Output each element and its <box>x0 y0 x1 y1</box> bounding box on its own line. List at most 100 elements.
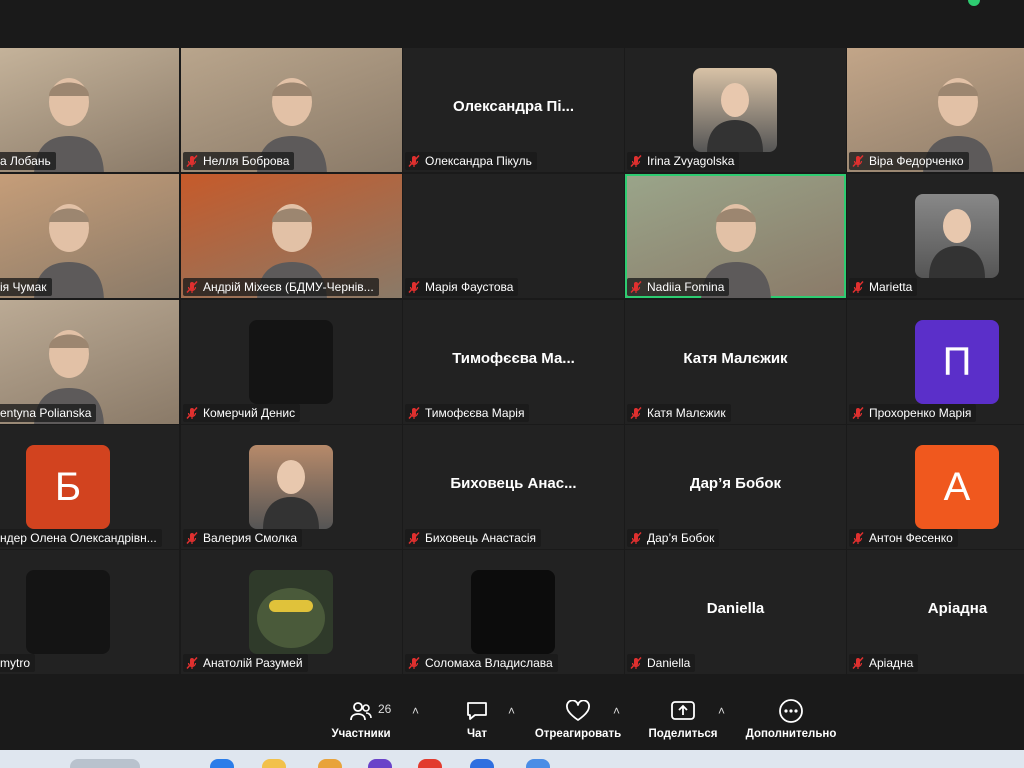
participant-nametag: ія Чумак <box>0 278 52 296</box>
participant-tile[interactable]: Nadiia Fomina <box>625 174 846 298</box>
participant-tile[interactable]: Комерчий Денис <box>181 300 402 424</box>
taskbar-app-icon[interactable] <box>210 759 234 768</box>
participant-tile[interactable]: А Антон Фесенко <box>847 425 1024 549</box>
participant-name: ндер Олена Олександрівн... <box>0 531 157 545</box>
participant-nametag: Нелля Боброва <box>183 152 295 170</box>
participant-name: Віра Федорченко <box>869 154 964 168</box>
chat-caret-icon[interactable]: ˄ <box>508 704 515 718</box>
participant-name: Андрій Міхеєв (БДМУ-Чернів... <box>203 280 374 294</box>
os-taskbar <box>0 750 1024 768</box>
participant-initial-avatar: А <box>915 445 999 529</box>
participant-nametag: entyna Polianska <box>0 404 97 422</box>
participant-tile[interactable]: mytro <box>0 550 179 674</box>
muted-mic-icon <box>407 531 421 545</box>
participant-tile[interactable]: Аріадна Аріадна <box>847 550 1024 674</box>
connection-indicator <box>968 0 980 6</box>
share-screen-icon <box>670 698 696 724</box>
muted-mic-icon <box>629 280 643 294</box>
participant-name: Дар’я Бобок <box>647 531 715 545</box>
participants-caret-icon[interactable]: ˄ <box>412 704 419 718</box>
react-label: Отреагировать <box>534 728 622 740</box>
participant-tile[interactable]: Irina Zvyagolska <box>625 48 846 172</box>
participants-label: Участники <box>331 728 391 740</box>
muted-mic-icon <box>185 154 199 168</box>
participant-name: Антон Фесенко <box>869 531 953 545</box>
participant-tile[interactable]: Дар’я Бобок Дар’я Бобок <box>625 425 846 549</box>
participant-tile[interactable]: Соломаха Владислава <box>403 550 624 674</box>
participant-tile[interactable]: ія Чумак <box>0 174 179 298</box>
meeting-toolbar: Участники 26 ˄ Чат ˄ Отреагировать ˄ Под… <box>0 686 1024 750</box>
participant-display-name: Биховець Анас... <box>450 475 577 492</box>
taskbar-thumb[interactable] <box>70 759 140 768</box>
participant-tile[interactable]: entyna Polianska <box>0 300 179 424</box>
participant-name: ія Чумак <box>0 280 47 294</box>
taskbar-app-icon[interactable] <box>470 759 494 768</box>
participant-video-thumb <box>249 445 333 529</box>
participant-display-name: Катя Малєжик <box>683 350 788 367</box>
taskbar-folder-icon[interactable] <box>262 759 286 768</box>
participants-count: 26 <box>378 702 392 716</box>
participant-tile[interactable]: Тимофєєва Ма... Тимофєєва Марія <box>403 300 624 424</box>
taskbar-app-icon[interactable] <box>318 759 342 768</box>
participant-name: Daniella <box>647 656 691 670</box>
participant-video-thumb <box>693 68 777 152</box>
participant-tile[interactable]: Андрій Міхеєв (БДМУ-Чернів... <box>181 174 402 298</box>
participant-nametag: Віра Федорченко <box>849 152 969 170</box>
muted-mic-icon <box>629 656 643 670</box>
participant-nametag: ндер Олена Олександрівн... <box>0 529 162 547</box>
participant-name: Комерчий Денис <box>203 406 296 420</box>
more-icon <box>778 698 804 724</box>
muted-mic-icon <box>185 531 199 545</box>
participant-tile[interactable]: Валерия Смолка <box>181 425 402 549</box>
participant-nametag: Nadiia Fomina <box>627 278 730 296</box>
participant-tile[interactable]: Марія Фаустова <box>403 174 624 298</box>
react-button[interactable]: Отреагировать <box>530 698 626 744</box>
muted-mic-icon <box>407 656 421 670</box>
participant-name: mytro <box>0 656 30 670</box>
muted-mic-icon <box>851 406 865 420</box>
participant-tile[interactable]: Олександра Пі... Олександра Пікуль <box>403 48 624 172</box>
share-caret-icon[interactable]: ˄ <box>718 704 725 718</box>
muted-mic-icon <box>185 280 199 294</box>
share-label: Поделиться <box>648 728 718 740</box>
participant-tile[interactable]: Віра Федорченко <box>847 48 1024 172</box>
participant-nametag: Катя Малєжик <box>627 404 731 422</box>
taskbar-app-icon[interactable] <box>368 759 392 768</box>
participant-avatar-image <box>471 570 555 654</box>
participant-nametag: Валерия Смолка <box>183 529 303 547</box>
participant-name: Irina Zvyagolska <box>647 154 735 168</box>
muted-mic-icon <box>407 154 421 168</box>
participant-tile[interactable]: Daniella Daniella <box>625 550 846 674</box>
participant-tile[interactable]: П Прохоренко Марія <box>847 300 1024 424</box>
participant-tile[interactable]: Анатолій Разумей <box>181 550 402 674</box>
participant-tile[interactable]: Биховець Анас... Биховець Анастасія <box>403 425 624 549</box>
participant-nametag: Daniella <box>627 654 696 672</box>
muted-mic-icon <box>851 280 865 294</box>
participant-nametag: Аріадна <box>849 654 919 672</box>
participant-tile[interactable]: Катя Малєжик Катя Малєжик <box>625 300 846 424</box>
participant-name: Олександра Пікуль <box>425 154 532 168</box>
chat-button[interactable]: Чат <box>462 698 492 744</box>
participant-nametag: Irina Zvyagolska <box>627 152 740 170</box>
muted-mic-icon <box>851 531 865 545</box>
participant-nametag: Тимофєєва Марія <box>405 404 530 422</box>
participant-nametag: Биховець Анастасія <box>405 529 541 547</box>
participant-tile[interactable]: a Лобань <box>0 48 179 172</box>
participant-tile[interactable]: Нелля Боброва <box>181 48 402 172</box>
participant-tile[interactable]: Бндер Олена Олександрівн... <box>0 425 179 549</box>
react-caret-icon[interactable]: ˄ <box>613 704 620 718</box>
participants-icon <box>349 698 373 724</box>
participant-name: Биховець Анастасія <box>425 531 536 545</box>
chat-icon <box>465 698 489 724</box>
participant-nametag: Дар’я Бобок <box>627 529 720 547</box>
participant-name: Катя Малєжик <box>647 406 726 420</box>
participant-nametag: Marietta <box>849 278 918 296</box>
taskbar-app-icon[interactable] <box>418 759 442 768</box>
participant-initial-avatar: П <box>915 320 999 404</box>
participant-name: Марія Фаустова <box>425 280 514 294</box>
more-button[interactable]: Дополнительно <box>742 698 840 744</box>
participant-display-name: Тимофєєва Ма... <box>452 350 575 367</box>
participant-tile[interactable]: Marietta <box>847 174 1024 298</box>
taskbar-app-icon[interactable] <box>526 759 550 768</box>
share-button[interactable]: Поделиться <box>645 698 721 744</box>
